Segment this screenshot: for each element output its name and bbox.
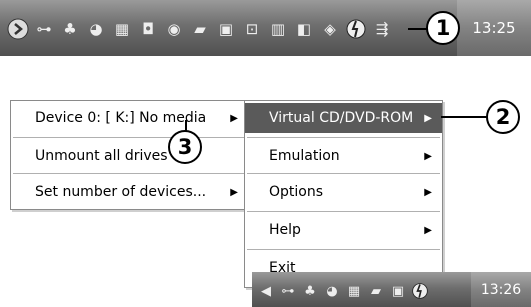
daemon-tools-icon[interactable]	[410, 281, 430, 301]
taskbar-clock[interactable]: 13:26	[471, 272, 531, 307]
menu-separator	[247, 137, 440, 138]
menu-separator	[247, 249, 440, 250]
menu-item-label: Help	[269, 222, 301, 238]
menu-item-set-number-of-devices[interactable]: Set number of devices... ▶	[11, 177, 248, 207]
submenu-arrow-icon: ▶	[424, 186, 432, 198]
folder-icon[interactable]: ▰	[366, 281, 386, 301]
menu-separator	[13, 173, 246, 174]
folder-icon[interactable]: ▰	[188, 17, 212, 41]
taskbar-clock[interactable]: 13:25	[457, 0, 531, 56]
diamond-icon[interactable]: ◈	[318, 17, 342, 41]
usb-icon[interactable]: ⇶	[370, 17, 394, 41]
menu-item-label: Emulation	[269, 148, 340, 164]
disc-icon[interactable]: ◉	[162, 17, 186, 41]
menu-item-emulation[interactable]: Emulation ▶	[245, 141, 442, 171]
floppy-icon[interactable]: ▣	[388, 281, 408, 301]
plug-icon[interactable]: ⊶	[278, 281, 298, 301]
start-arrow-icon[interactable]: ◀	[256, 281, 276, 301]
globe-icon[interactable]: ◕	[322, 281, 342, 301]
tray-icons: ⊶ ♣ ◕ ▦ ◘ ◉ ▰ ▣ ⊡ ▥ ◧ ◈ ⇶	[6, 14, 394, 44]
menu-item-options[interactable]: Options ▶	[245, 177, 442, 207]
submenu-arrow-icon: ▶	[230, 186, 238, 198]
lock-icon[interactable]: ⊡	[240, 17, 264, 41]
menu-item-device-0[interactable]: Device 0: [ K:] No media ▶	[11, 103, 248, 133]
submenu-arrow-icon: ▶	[230, 112, 238, 124]
menu-item-label: Virtual CD/DVD-ROM	[269, 110, 414, 126]
speaker-icon[interactable]: ◧	[292, 17, 316, 41]
menu-separator	[247, 211, 440, 212]
callout-3: 3	[168, 130, 202, 164]
menu-item-unmount-all[interactable]: Unmount all drives	[11, 141, 248, 171]
menu-separator	[247, 173, 440, 174]
tray-icons: ◀ ⊶ ♣ ◕ ▦ ▰ ▣	[256, 276, 430, 306]
printer-icon[interactable]: ▦	[110, 17, 134, 41]
daemon-context-menu: Device 0: [ K:] No media ▶ Unmount all d…	[10, 100, 249, 210]
menu-item-help[interactable]: Help ▶	[245, 215, 442, 245]
menu-item-virtual-cd-dvd-rom[interactable]: Virtual CD/DVD-ROM ▶	[245, 103, 442, 133]
printer-icon[interactable]: ▦	[344, 281, 364, 301]
menu-separator	[13, 137, 246, 138]
shield-icon[interactable]: ◘	[136, 17, 160, 41]
menu-item-label: Device 0: [ K:] No media	[35, 110, 207, 126]
callout-1: 1	[426, 11, 460, 45]
daemon-tools-icon[interactable]	[344, 17, 368, 41]
menu-item-label: Options	[269, 184, 324, 200]
plug-icon[interactable]: ⊶	[32, 17, 56, 41]
submenu-arrow-icon: ▶	[424, 150, 432, 162]
submenu-arrow-icon: ▶	[424, 112, 432, 124]
system-tray-taskbar-lower: ◀ ⊶ ♣ ◕ ▦ ▰ ▣ 13:26	[252, 272, 531, 307]
menu-item-label: Unmount all drives	[35, 148, 168, 164]
menu-item-label: Set number of devices...	[35, 184, 207, 200]
floppy-icon[interactable]: ▣	[214, 17, 238, 41]
camel-icon[interactable]: ♣	[300, 281, 320, 301]
camel-icon[interactable]: ♣	[58, 17, 82, 41]
callout-2: 2	[486, 100, 520, 134]
mixer-icon[interactable]: ▥	[266, 17, 290, 41]
globe-icon[interactable]: ◕	[84, 17, 108, 41]
main-context-menu: Virtual CD/DVD-ROM ▶ Emulation ▶ Options…	[244, 100, 443, 288]
start-arrow-icon[interactable]	[6, 17, 30, 41]
callout-2-leader	[441, 116, 487, 118]
submenu-arrow-icon: ▶	[424, 224, 432, 236]
